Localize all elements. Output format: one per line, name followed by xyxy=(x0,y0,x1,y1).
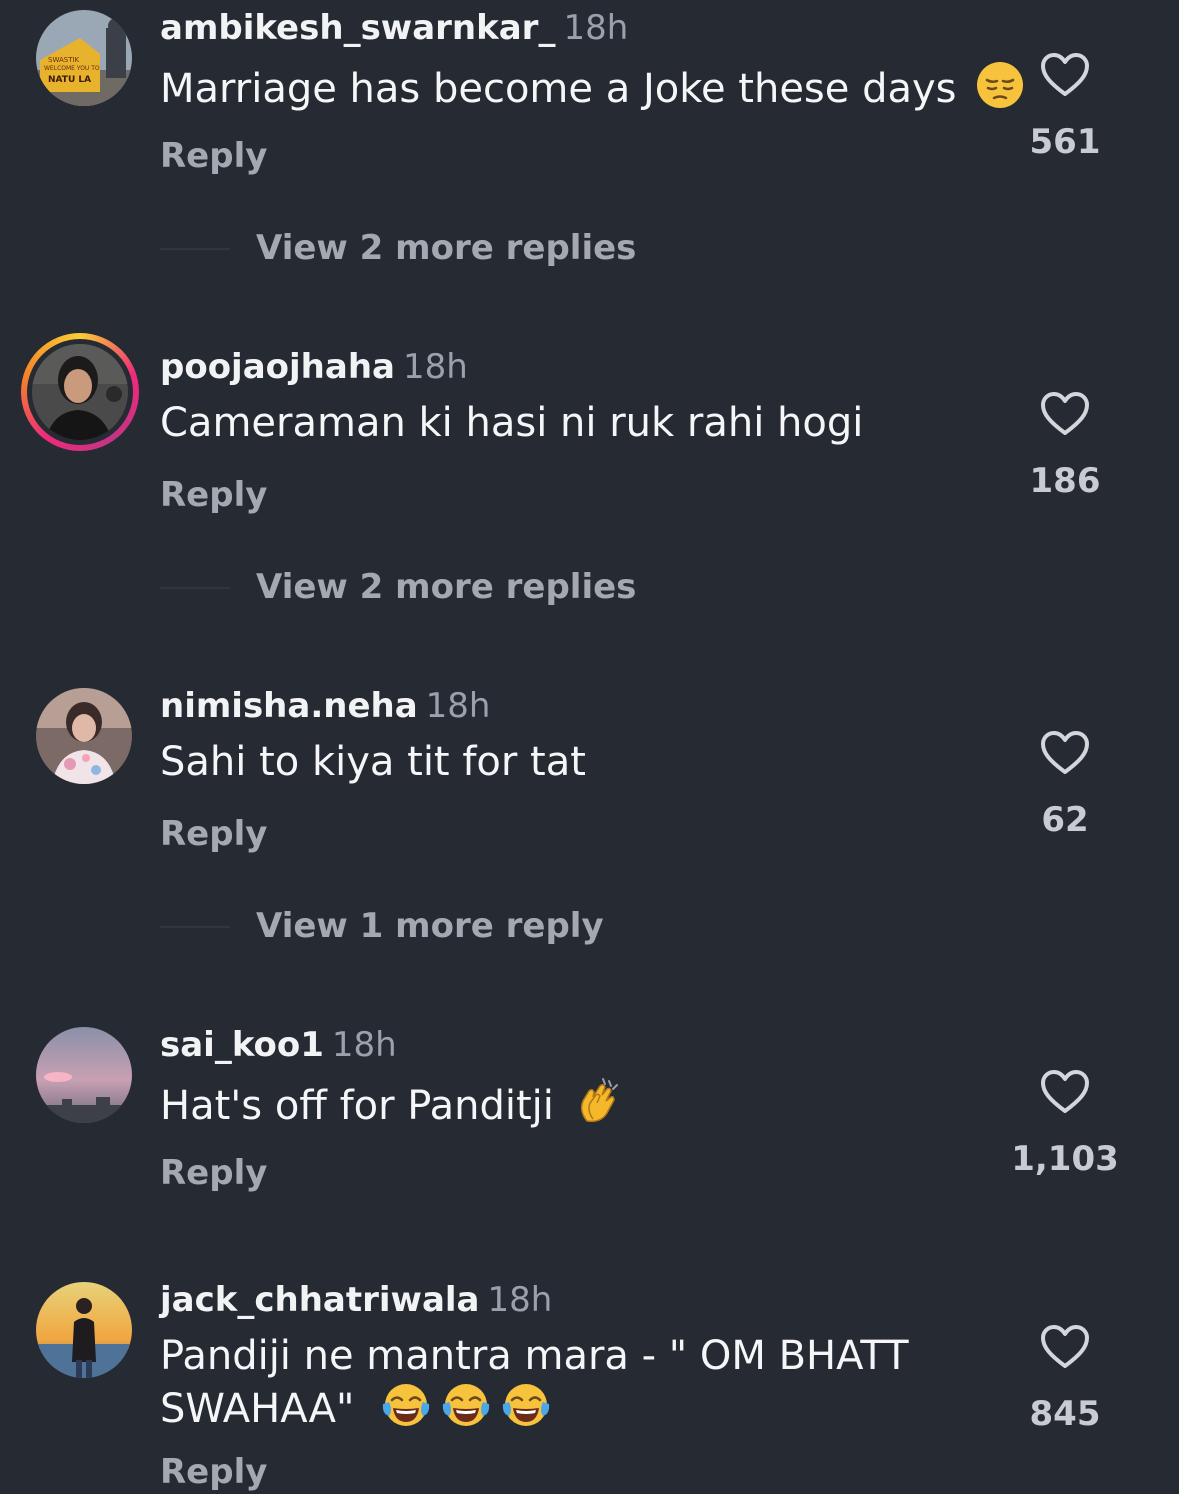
like-count: 62 xyxy=(1041,800,1089,840)
reply-button[interactable]: Reply xyxy=(160,134,267,178)
comment-body: Hat's off for Panditji xyxy=(160,1083,554,1129)
timestamp: 18h xyxy=(402,347,468,387)
timestamp: 18h xyxy=(331,1025,397,1065)
comment-text: Pandiji ne mantra mara - " OM BHATT SWAH… xyxy=(160,1332,1040,1433)
reply-button[interactable]: Reply xyxy=(160,812,267,856)
comment-text: Hat's off for Panditji xyxy=(160,1077,1040,1130)
like-control: 561 xyxy=(1005,52,1125,164)
comment-text: Marriage has become a Joke these days xyxy=(160,60,1040,113)
face-with-tears-of-joy-icon xyxy=(441,1380,491,1430)
avatar-image: SWASTIK WELCOME YOU TO NATU LA xyxy=(36,10,132,106)
avatar[interactable] xyxy=(36,688,132,784)
comment-body: Marriage has become a Joke these days xyxy=(160,66,957,112)
avatar-image xyxy=(36,1282,132,1378)
username[interactable]: jack_chhatriwala xyxy=(160,1280,480,1320)
comment-header: jack_chhatriwala 18h xyxy=(160,1278,552,1322)
avatar-sign-line1: SWASTIK xyxy=(48,56,80,64)
like-control: 1,103 xyxy=(1005,1069,1125,1181)
heart-icon[interactable] xyxy=(1040,52,1090,98)
avatar-sign-line2: WELCOME YOU TO xyxy=(44,65,100,72)
view-more-replies-label: View 1 more reply xyxy=(256,906,604,946)
timestamp: 18h xyxy=(487,1280,553,1320)
comment-header: nimisha.neha 18h xyxy=(160,684,490,728)
face-with-tears-of-joy-icon xyxy=(381,1380,431,1430)
comment-header: poojaojhaha 18h xyxy=(160,345,468,389)
like-count: 1,103 xyxy=(1011,1139,1119,1179)
heart-icon[interactable] xyxy=(1040,1069,1090,1115)
avatar-sign-line3: NATU LA xyxy=(48,75,91,85)
reply-button[interactable]: Reply xyxy=(160,473,267,517)
like-control: 62 xyxy=(1005,730,1125,842)
avatar[interactable] xyxy=(36,1027,132,1123)
avatar-image xyxy=(32,344,128,440)
avatar-image xyxy=(36,1027,132,1123)
like-control: 845 xyxy=(1005,1324,1125,1436)
like-count: 845 xyxy=(1029,1394,1101,1434)
comment-body-line2: SWAHAA" xyxy=(160,1386,355,1432)
view-more-replies-label: View 2 more replies xyxy=(256,567,637,607)
comment-header: sai_koo1 18h xyxy=(160,1023,397,1067)
view-more-replies-label: View 2 more replies xyxy=(256,228,637,268)
heart-icon[interactable] xyxy=(1040,1324,1090,1370)
like-count: 186 xyxy=(1029,461,1101,501)
comment-body: Cameraman ki hasi ni ruk rahi hogi xyxy=(160,400,864,446)
timestamp: 18h xyxy=(563,8,629,48)
avatar-image xyxy=(36,688,132,784)
username[interactable]: ambikesh_swarnkar_ xyxy=(160,8,555,48)
like-count: 561 xyxy=(1029,122,1101,162)
username[interactable]: sai_koo1 xyxy=(160,1025,324,1065)
like-control: 186 xyxy=(1005,391,1125,503)
comment-body-line2-wrapper: SWAHAA" xyxy=(160,1380,1040,1433)
username[interactable]: nimisha.neha xyxy=(160,686,418,726)
replies-divider xyxy=(160,248,230,250)
reply-button[interactable]: Reply xyxy=(160,1450,267,1494)
replies-divider xyxy=(160,587,230,589)
story-ring-gap xyxy=(27,339,133,445)
username[interactable]: poojaojhaha xyxy=(160,347,395,387)
avatar[interactable]: SWASTIK WELCOME YOU TO NATU LA xyxy=(36,10,132,106)
reply-button[interactable]: Reply xyxy=(160,1151,267,1195)
comment-text: Sahi to kiya tit for tat xyxy=(160,738,1040,786)
avatar[interactable] xyxy=(36,1282,132,1378)
heart-icon[interactable] xyxy=(1040,730,1090,776)
comment-body-line1: Pandiji ne mantra mara - " OM BHATT xyxy=(160,1333,909,1379)
timestamp: 18h xyxy=(425,686,491,726)
comment-text: Cameraman ki hasi ni ruk rahi hogi xyxy=(160,399,1040,447)
comment-header: ambikesh_swarnkar_ 18h xyxy=(160,6,628,50)
avatar-with-story-ring[interactable] xyxy=(21,333,139,451)
replies-divider xyxy=(160,926,230,928)
comment-body: Sahi to kiya tit for tat xyxy=(160,739,586,785)
face-with-tears-of-joy-icon xyxy=(501,1380,551,1430)
clapping-hands-emoji-icon xyxy=(573,1077,623,1127)
heart-icon[interactable] xyxy=(1040,391,1090,437)
